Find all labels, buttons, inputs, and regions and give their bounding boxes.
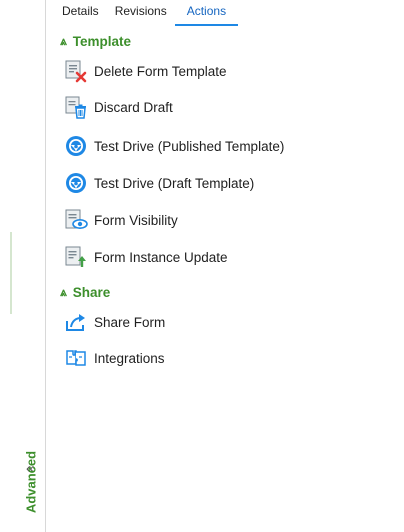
section-template-title: Template xyxy=(72,34,132,49)
tab-details[interactable]: Details xyxy=(62,0,107,26)
advanced-label[interactable]: Advanced xyxy=(24,451,39,513)
action-label: Integrations xyxy=(94,350,165,366)
action-form-visibility[interactable]: Form Visibility xyxy=(64,207,178,233)
tab-actions[interactable]: Actions xyxy=(174,0,239,26)
action-label: Form Visibility xyxy=(94,212,178,228)
integrations-icon xyxy=(64,346,88,370)
action-label: Test Drive (Published Template) xyxy=(94,138,285,154)
action-test-drive-draft[interactable]: Test Drive (Draft Template) xyxy=(64,170,254,196)
section-share-title: Share xyxy=(72,285,111,300)
collapse-chevron-icon: ⩓ xyxy=(60,285,67,299)
delete-form-template-icon xyxy=(64,59,88,83)
action-form-instance-update[interactable]: Form Instance Update xyxy=(64,244,228,270)
action-label: Delete Form Template xyxy=(94,63,227,79)
action-label: Form Instance Update xyxy=(94,249,228,265)
action-label: Discard Draft xyxy=(94,99,173,115)
tab-revisions[interactable]: Revisions xyxy=(107,0,175,26)
action-test-drive-published[interactable]: Test Drive (Published Template) xyxy=(64,133,284,159)
action-label: Test Drive (Draft Template) xyxy=(94,175,255,191)
action-discard-draft[interactable]: Discard Draft xyxy=(64,94,173,120)
collapse-chevron-icon: ⩓ xyxy=(60,34,67,48)
section-share-header[interactable]: ⩓ Share xyxy=(60,285,110,300)
action-label: Share Form xyxy=(94,314,166,330)
steering-wheel-icon xyxy=(64,134,88,158)
section-template-header[interactable]: ⩓ Template xyxy=(60,34,131,49)
steering-wheel-icon xyxy=(64,171,88,195)
action-share-form[interactable]: Share Form xyxy=(64,309,165,335)
tab-bar: Details Revisions Actions xyxy=(62,0,239,26)
action-integrations[interactable]: Integrations xyxy=(64,345,165,371)
form-instance-update-icon xyxy=(64,245,88,269)
form-visibility-icon xyxy=(64,208,88,232)
advanced-expander[interactable]: « Advanced xyxy=(4,232,40,513)
action-delete-form-template[interactable]: Delete Form Template xyxy=(64,58,227,84)
advanced-rail[interactable]: « Advanced xyxy=(0,0,44,532)
share-icon xyxy=(64,310,88,334)
panel-divider xyxy=(45,0,46,532)
discard-draft-icon xyxy=(64,95,88,119)
